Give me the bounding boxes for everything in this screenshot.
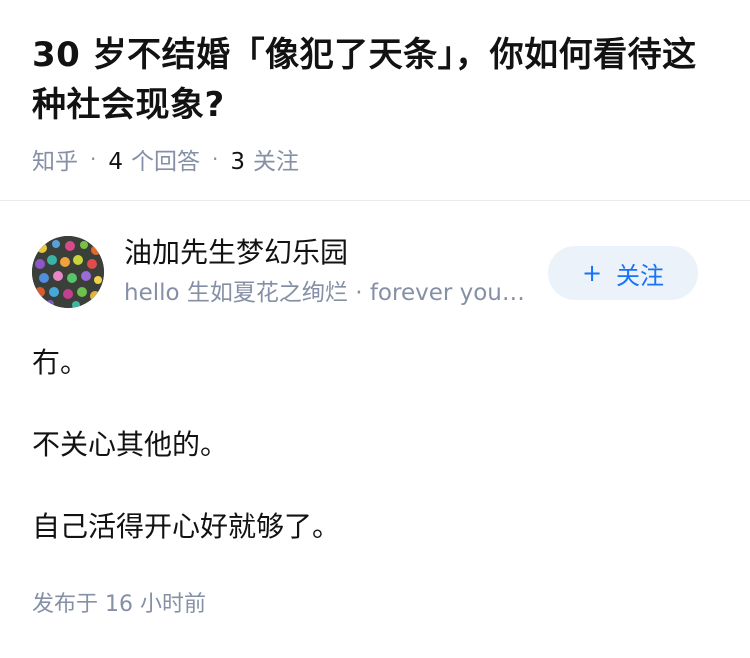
followers-count-link[interactable]: 3 关注 xyxy=(230,142,299,176)
avatar-image xyxy=(32,236,104,308)
answer-paragraph: 冇。 xyxy=(32,346,89,379)
answers-label: 个回答 xyxy=(131,149,200,175)
answers-count-link[interactable]: 4 个回答 xyxy=(108,142,200,176)
author-bio: hello 生如夏花之绚烂 · forever young xyxy=(124,280,529,306)
answer-card: 油加先生梦幻乐园 hello 生如夏花之绚烂 · forever young +… xyxy=(0,201,750,617)
answer-paragraph: 自己活得开心好就够了。 xyxy=(32,510,341,543)
author-row: 油加先生梦幻乐园 hello 生如夏花之绚烂 · forever young +… xyxy=(0,201,750,311)
answer-paragraph: 不关心其他的。 xyxy=(32,428,229,461)
follow-button-label: 关注 xyxy=(616,261,665,290)
author-name[interactable]: 油加先生梦幻乐园 xyxy=(124,233,348,273)
source-label[interactable]: 知乎 xyxy=(32,142,78,176)
followers-count: 3 xyxy=(230,149,245,175)
answer-content[interactable]: 冇。 不关心其他的。 自己活得开心好就够了。 xyxy=(32,343,718,547)
question-header: 30 岁不结婚「像犯了天条」，你如何看待这种社会现象? 知乎 · 4 个回答 · … xyxy=(0,0,750,176)
followers-label: 关注 xyxy=(253,149,299,175)
separator-dot: · xyxy=(90,147,97,171)
follow-button[interactable]: + 关注 xyxy=(548,246,698,300)
question-meta: 知乎 · 4 个回答 · 3 关注 xyxy=(32,142,718,176)
question-title[interactable]: 30 岁不结婚「像犯了天条」，你如何看待这种社会现象? xyxy=(32,30,718,130)
separator-dot: · xyxy=(212,147,219,171)
answers-count: 4 xyxy=(108,149,123,175)
avatar[interactable] xyxy=(32,236,104,308)
plus-icon: + xyxy=(581,259,603,287)
published-time: 发布于 16 小时前 xyxy=(32,592,206,617)
